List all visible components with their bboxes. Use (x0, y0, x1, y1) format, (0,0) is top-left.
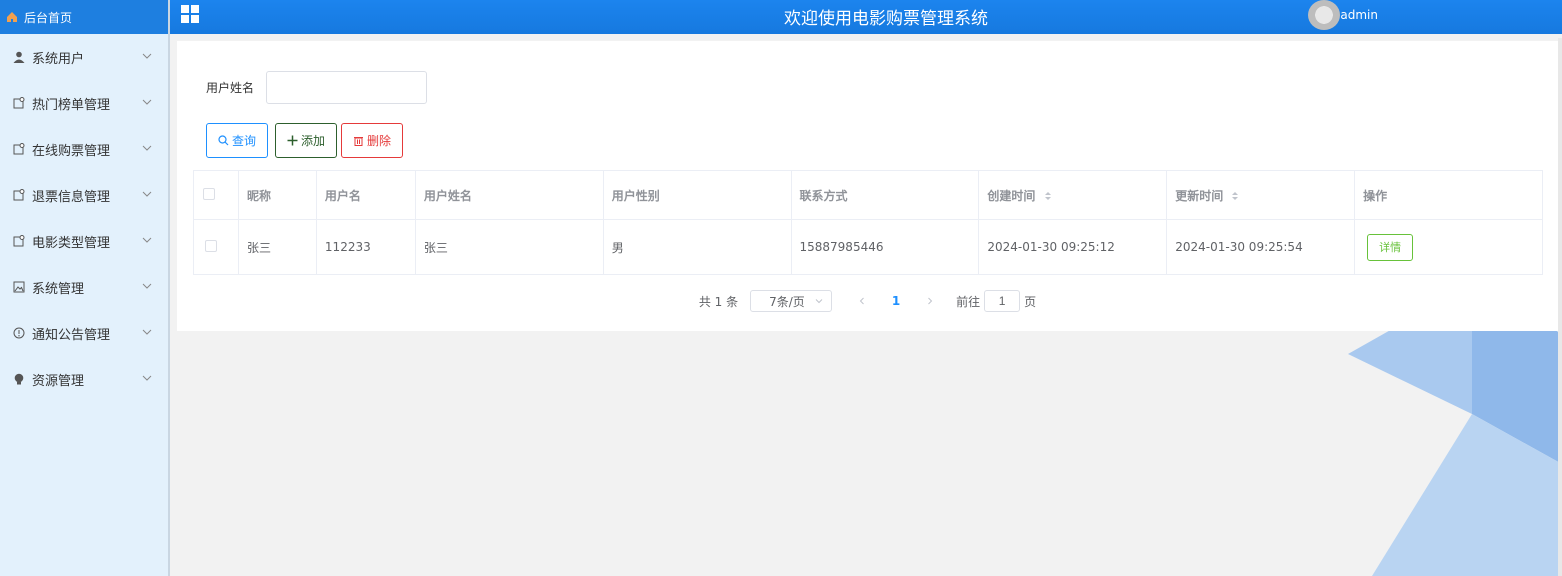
column-header-phone: 联系方式 (790, 170, 980, 220)
row-checkbox[interactable] (205, 239, 217, 252)
cell-updated: 2024-01-30 09:25:54 (1166, 219, 1356, 275)
select-all-checkbox[interactable] (203, 187, 215, 200)
search-label: 用户姓名 (206, 81, 255, 95)
column-header-realname: 用户姓名 (414, 170, 604, 220)
column-header-nickname: 昵称 (237, 170, 317, 220)
delete-button-label: 删除 (366, 134, 391, 148)
sidebar-home-label: 后台首页 (24, 10, 73, 25)
chevron-down-icon (142, 375, 152, 381)
chevron-down-icon (142, 237, 152, 243)
sidebar-item-resources[interactable]: 资源管理 (0, 356, 168, 402)
page-size-value: 7条/页 (769, 294, 805, 309)
pagination: 共 1 条 7条/页 1 前往 页 (177, 290, 1558, 312)
document-icon (12, 188, 26, 202)
page-scrollbar[interactable] (1558, 38, 1562, 576)
trash-icon (353, 137, 363, 146)
sidebar-item-system-management[interactable]: 系统管理 (0, 264, 168, 310)
user-icon (12, 50, 26, 64)
sidebar-item-label: 电影类型管理 (32, 235, 111, 251)
delete-button[interactable]: 删除 (341, 123, 403, 158)
goto-suffix-label: 页 (1024, 294, 1037, 309)
column-header-username: 用户名 (315, 170, 416, 220)
search-input[interactable] (266, 71, 427, 104)
page-number-current[interactable]: 1 (876, 294, 916, 308)
top-bar: 欢迎使用电影购票管理系统 admin (170, 0, 1562, 34)
next-page-button[interactable] (916, 294, 944, 308)
users-table: 昵称 用户名 用户姓名 用户性别 联系方式 创建时间 更新时间 操作 张三 11… (193, 170, 1543, 275)
avatar[interactable] (1308, 0, 1340, 30)
cell-gender: 男 (602, 219, 792, 275)
sidebar-item-ticket-booking[interactable]: 在线购票管理 (0, 126, 168, 172)
cell-username: 112233 (315, 219, 416, 275)
sidebar: 后台首页 系统用户 热门榜单管理 在线购票管理 退票信息管理 电影类型管理 系统… (0, 0, 170, 576)
table-header-row: 昵称 用户名 用户姓名 用户性别 联系方式 创建时间 更新时间 操作 (193, 170, 1543, 220)
detail-button[interactable]: 详情 (1367, 233, 1414, 261)
chevron-down-icon (142, 283, 152, 289)
sidebar-item-label: 退票信息管理 (32, 189, 111, 205)
cell-nickname: 张三 (237, 219, 317, 275)
column-header-actions: 操作 (1354, 170, 1543, 220)
sidebar-item-label: 通知公告管理 (32, 327, 111, 343)
column-header-updated[interactable]: 更新时间 (1166, 170, 1356, 220)
document-icon (12, 234, 26, 248)
chevron-down-icon (142, 99, 152, 105)
cell-realname: 张三 (414, 219, 604, 275)
chevron-down-icon (142, 145, 152, 151)
sidebar-item-label: 热门榜单管理 (32, 97, 111, 113)
page-size-select[interactable]: 7条/页 (750, 290, 833, 312)
info-icon (12, 326, 26, 340)
sidebar-item-label: 在线购票管理 (32, 143, 111, 159)
sidebar-item-system-users[interactable]: 系统用户 (0, 34, 168, 80)
goto-page-input[interactable] (984, 290, 1021, 312)
cell-phone: 15887985446 (790, 219, 980, 275)
column-header-created[interactable]: 创建时间 (978, 170, 1168, 220)
row-select-cell (193, 219, 239, 275)
cell-actions: 详情 (1354, 219, 1543, 275)
content-panel: 用户姓名 查询 添加 删除 昵称 用户名 用户姓名 用户性别 联系方式 创建时间 (177, 41, 1558, 331)
query-button-label: 查询 (231, 134, 256, 148)
cell-created: 2024-01-30 09:25:12 (978, 219, 1168, 275)
sidebar-item-label: 系统用户 (32, 51, 85, 67)
sidebar-item-notices[interactable]: 通知公告管理 (0, 310, 168, 356)
sidebar-item-label: 系统管理 (32, 281, 85, 297)
document-icon (12, 142, 26, 156)
pagination-total: 共 1 条 (698, 294, 739, 309)
chevron-down-icon (142, 53, 152, 59)
chevron-left-icon (859, 297, 864, 305)
query-button[interactable]: 查询 (206, 123, 268, 158)
sidebar-item-hot-list[interactable]: 热门榜单管理 (0, 80, 168, 126)
chevron-right-icon (928, 297, 933, 305)
document-icon (12, 96, 26, 110)
sidebar-item-refund[interactable]: 退票信息管理 (0, 172, 168, 218)
select-all-cell (193, 170, 239, 220)
column-header-gender: 用户性别 (602, 170, 792, 220)
sort-icon[interactable] (1231, 191, 1239, 201)
sort-icon[interactable] (1044, 191, 1052, 201)
add-button-label: 添加 (300, 134, 325, 148)
home-icon (6, 11, 18, 23)
goto-label: 前往 (956, 294, 981, 309)
chevron-down-icon (142, 329, 152, 335)
prev-page-button[interactable] (848, 294, 876, 308)
search-icon (218, 135, 229, 146)
username-label[interactable]: admin (1340, 8, 1378, 22)
plus-icon (287, 135, 298, 146)
column-header-created-label: 创建时间 (987, 188, 1036, 203)
picture-icon (12, 280, 26, 294)
table-row: 张三 112233 张三 男 15887985446 2024-01-30 09… (193, 219, 1543, 275)
sidebar-home[interactable]: 后台首页 (0, 0, 168, 34)
chevron-down-icon (815, 299, 823, 304)
sidebar-item-movie-types[interactable]: 电影类型管理 (0, 218, 168, 264)
bulb-icon (12, 372, 26, 386)
add-button[interactable]: 添加 (275, 123, 337, 158)
sidebar-item-label: 资源管理 (32, 373, 85, 389)
column-header-updated-label: 更新时间 (1175, 188, 1224, 203)
chevron-down-icon (142, 191, 152, 197)
